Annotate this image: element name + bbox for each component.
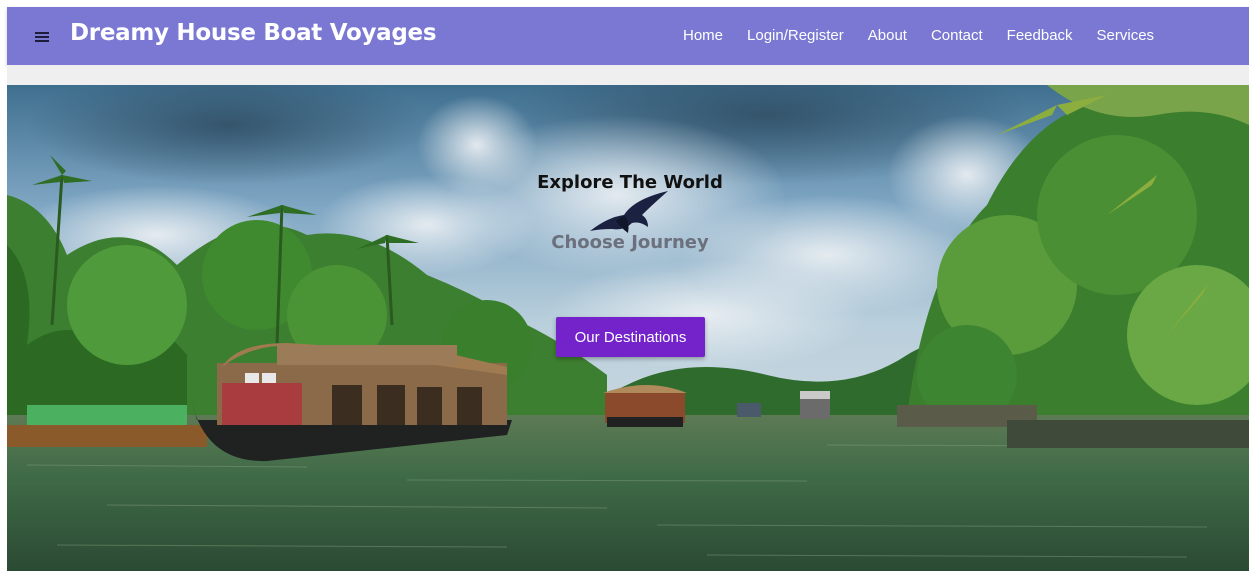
nav-link-feedback[interactable]: Feedback: [1007, 27, 1073, 44]
brand-title[interactable]: Dreamy House Boat Voyages: [70, 20, 437, 46]
nav-link-login-register[interactable]: Login/Register: [747, 27, 844, 44]
nav-link-about[interactable]: About: [868, 27, 907, 44]
hero-subtitle: Choose Journey: [551, 232, 709, 253]
nav-link-contact[interactable]: Contact: [931, 27, 983, 44]
our-destinations-button[interactable]: Our Destinations: [556, 317, 705, 357]
navbar-spacer: [7, 65, 1249, 85]
hero-title: Explore The World: [537, 172, 723, 193]
flying-bird-icon: [590, 191, 668, 233]
nav-link-home[interactable]: Home: [683, 27, 723, 44]
nav-link-services[interactable]: Services: [1097, 27, 1155, 44]
hero-banner: Explore The World Choose Journey Our Des…: [7, 85, 1249, 571]
nav-links: Home Login/Register About Contact Feedba…: [683, 27, 1178, 44]
page: Dreamy House Boat Voyages Home Login/Reg…: [0, 0, 1249, 571]
hamburger-menu-icon[interactable]: [35, 32, 49, 42]
navbar: Dreamy House Boat Voyages Home Login/Reg…: [7, 7, 1249, 65]
